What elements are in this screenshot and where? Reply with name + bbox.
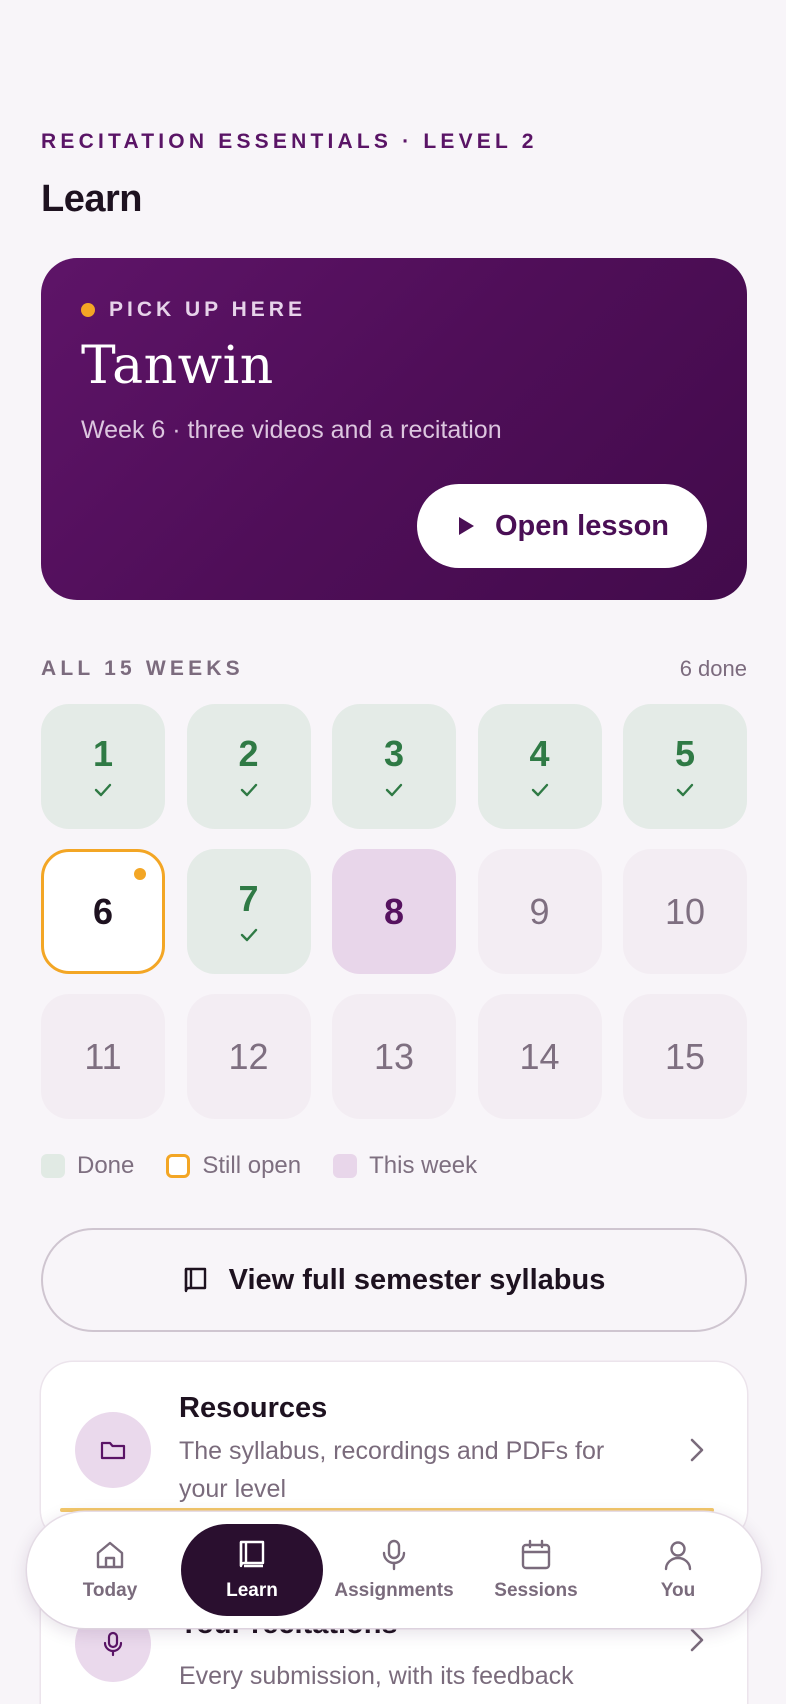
folder-icon [100, 1441, 126, 1460]
microphone-icon [382, 1539, 406, 1571]
week-number: 1 [92, 732, 114, 774]
check-icon [531, 783, 548, 796]
week-number: 10 [664, 890, 706, 932]
status-dot-icon [81, 303, 95, 317]
week-number: 7 [238, 877, 259, 919]
week-number: 3 [383, 732, 405, 774]
nav-label-assignments: Assignments [334, 1580, 454, 1601]
week-cell-6[interactable]: 6 [41, 849, 165, 974]
nav-item-learn[interactable]: Learn [181, 1524, 323, 1616]
week-number: 11 [84, 1035, 122, 1077]
legend-current: This week [333, 1152, 477, 1180]
week-number: 14 [519, 1035, 560, 1077]
week-number: 13 [373, 1035, 415, 1077]
week-cell-7[interactable]: 7 [186, 849, 311, 974]
resources-subtitle: The syllabus, recordings and PDFs for yo… [179, 1437, 605, 1503]
week-cell-3[interactable]: 3 [332, 704, 456, 829]
legend-open-swatch [166, 1154, 191, 1178]
week-cell-5[interactable]: 5 [623, 704, 747, 829]
nav-label-learn: Learn [226, 1580, 278, 1601]
pick-up-card: PICK UP HERE Tanwin Week 6 · three video… [41, 258, 747, 600]
legend-open: Still open [166, 1152, 301, 1180]
week-cell-13[interactable]: 13 [332, 994, 456, 1119]
week-cell-15[interactable]: 15 [623, 994, 747, 1119]
week-number: 5 [674, 732, 696, 774]
syllabus-book-icon [184, 1267, 206, 1293]
open-lesson-button[interactable]: Open lesson [417, 484, 707, 568]
week-number: 12 [228, 1035, 269, 1077]
home-icon [96, 1541, 124, 1569]
week-cell-4[interactable]: 4 [477, 704, 602, 829]
legend-open-label: Still open [202, 1152, 302, 1179]
bottom-nav: Today Learn Assignments Sessions You [27, 1512, 761, 1628]
resources-icon-circle [75, 1412, 151, 1488]
week-number: 4 [529, 732, 550, 774]
weeks-label: ALL 15 WEEKS [41, 657, 244, 680]
weeks-grid: 1 2 3 4 5 6 7 8 9 10 11 12 13 14 15 [41, 704, 747, 1119]
pick-up-label: PICK UP HERE [109, 298, 306, 321]
nav-label-sessions: Sessions [494, 1580, 578, 1601]
pick-up-kicker: PICK UP HERE [81, 298, 306, 322]
nav-item-sessions[interactable]: Sessions [465, 1524, 607, 1616]
legend-done-label: Done [77, 1152, 135, 1179]
open-dot-icon [134, 868, 146, 880]
lesson-title: Tanwin [81, 336, 274, 396]
check-icon [240, 928, 257, 941]
week-cell-12[interactable]: 12 [186, 994, 311, 1119]
weeks-done-count: 6 done [679, 656, 747, 681]
week-number: 15 [664, 1035, 706, 1077]
nav-item-today[interactable]: Today [39, 1524, 181, 1616]
page-title: Learn [41, 178, 142, 220]
resources-title: Resources [179, 1392, 328, 1424]
nav-item-you[interactable]: You [607, 1524, 749, 1616]
check-icon [385, 783, 403, 796]
resources-chevron-right-icon [690, 1438, 704, 1462]
learn-screen: RECITATION ESSENTIALS · LEVEL 2 Learn PI… [0, 0, 786, 1704]
calendar-icon [521, 1539, 551, 1570]
check-icon [676, 783, 694, 796]
week-cell-9[interactable]: 9 [477, 849, 602, 974]
week-cell-10[interactable]: 10 [623, 849, 747, 974]
legend-current-swatch [333, 1154, 358, 1178]
week-cell-8[interactable]: 8 [332, 849, 456, 974]
week-cell-1[interactable]: 1 [41, 704, 165, 829]
book-icon [239, 1540, 265, 1568]
weeks-legend: Done Still open This week [41, 1152, 509, 1180]
week-number: 8 [383, 890, 405, 932]
lesson-subtitle: Week 6 · three videos and a recitation [81, 416, 502, 444]
legend-done: Done [41, 1152, 134, 1180]
microphone-icon [103, 1631, 123, 1657]
view-syllabus-label: View full semester syllabus [228, 1263, 606, 1296]
week-number: 2 [238, 732, 259, 774]
view-syllabus-button[interactable]: View full semester syllabus [41, 1228, 747, 1332]
play-icon [458, 517, 474, 535]
weeks-header: ALL 15 WEEKS 6 done [41, 656, 747, 682]
recitations-chevron-right-icon [690, 1628, 704, 1652]
week-number: 9 [529, 890, 550, 932]
legend-current-label: This week [369, 1152, 478, 1179]
nav-label-you: You [660, 1580, 696, 1601]
check-icon [94, 783, 112, 796]
user-icon [664, 1541, 692, 1571]
legend-done-swatch [41, 1154, 65, 1178]
recitations-subtitle: Every submission, with its feedback [179, 1662, 574, 1690]
week-number: 6 [92, 890, 114, 932]
week-cell-2[interactable]: 2 [186, 704, 311, 829]
check-icon [240, 783, 257, 796]
open-lesson-label: Open lesson [494, 509, 670, 542]
course-eyebrow: RECITATION ESSENTIALS · LEVEL 2 [41, 130, 538, 153]
nav-item-assignments[interactable]: Assignments [323, 1524, 465, 1616]
week-cell-14[interactable]: 14 [477, 994, 602, 1119]
week-cell-11[interactable]: 11 [41, 994, 165, 1119]
nav-label-today: Today [82, 1580, 138, 1601]
